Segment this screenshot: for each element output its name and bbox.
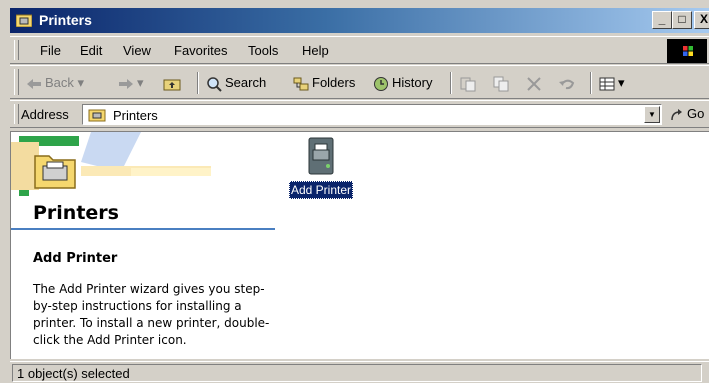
menu-view[interactable]: View	[123, 43, 151, 58]
menu-favorites[interactable]: Favorites	[174, 43, 227, 58]
copy-to-button[interactable]	[493, 75, 512, 92]
address-value: Printers	[113, 108, 158, 123]
undo-icon	[559, 79, 575, 89]
add-printer-label: Add Printer	[288, 181, 354, 199]
go-label: Go	[687, 106, 705, 121]
add-printer-icon	[308, 137, 334, 175]
folders-label: Folders	[312, 75, 356, 90]
search-label: Search	[225, 75, 267, 90]
toolbar-separator	[197, 72, 199, 94]
printer-folder-icon	[16, 14, 32, 27]
info-description: The Add Printer wizard gives you step-by…	[33, 282, 270, 347]
go-button[interactable]: Go	[670, 106, 704, 122]
history-icon	[374, 76, 388, 91]
delete-button[interactable]	[526, 75, 545, 92]
address-label: Address	[21, 107, 69, 122]
menu-help[interactable]: Help	[302, 43, 329, 58]
up-folder-button[interactable]	[163, 75, 184, 91]
toolbar-grip[interactable]	[14, 69, 19, 95]
title-bar[interactable]: Printers _ □ X	[10, 8, 709, 33]
status-bar: 1 object(s) selected	[10, 361, 709, 383]
printer-folder-icon	[88, 109, 106, 122]
status-text: 1 object(s) selected	[17, 366, 130, 381]
views-grid-icon	[599, 77, 615, 91]
back-arrow-icon	[27, 78, 41, 89]
search-button[interactable]: Search	[206, 75, 266, 92]
heading-divider	[11, 228, 275, 230]
window-title: Printers	[39, 12, 92, 28]
history-button[interactable]: History	[373, 75, 432, 92]
forward-button[interactable]: ▾	[118, 75, 144, 91]
go-arrow-icon	[671, 108, 682, 120]
menu-tools[interactable]: Tools	[248, 43, 278, 58]
menu-bar: File Edit View Favorites Tools Help	[10, 36, 709, 64]
toolbar-separator	[590, 72, 592, 94]
menu-grip[interactable]	[14, 40, 19, 60]
status-field: 1 object(s) selected	[12, 364, 702, 382]
search-icon	[207, 76, 222, 92]
explorer-window: Printers _ □ X File Edit View Favorites …	[0, 0, 709, 383]
address-input[interactable]: Printers ▼	[82, 104, 662, 125]
page-title: Printers	[33, 202, 119, 224]
close-button[interactable]: X	[694, 11, 709, 29]
folder-view[interactable]: Printers Add Printer The Add Printer wiz…	[10, 131, 709, 359]
address-dropdown-button[interactable]: ▼	[644, 106, 660, 123]
back-label: Back	[45, 75, 74, 90]
history-label: History	[392, 75, 433, 90]
back-button[interactable]: Back ▾	[26, 75, 84, 91]
up-folder-icon	[163, 79, 181, 91]
menu-file[interactable]: File	[40, 43, 61, 58]
info-subheading: Add Printer	[33, 251, 118, 266]
windows-flag-icon	[683, 46, 693, 56]
menu-edit[interactable]: Edit	[80, 43, 102, 58]
move-to-icon	[460, 77, 476, 92]
address-grip[interactable]	[14, 104, 19, 124]
copy-to-icon	[493, 76, 509, 92]
folders-icon	[293, 77, 309, 91]
delete-x-icon	[527, 76, 541, 91]
maximize-button[interactable]: □	[672, 11, 692, 29]
move-to-button[interactable]	[460, 75, 479, 92]
windows-logo-throbber	[667, 39, 707, 63]
standard-toolbar: Back ▾ ▾ Search Folders History ▾	[10, 65, 709, 99]
forward-arrow-icon	[119, 78, 133, 89]
toolbar-separator	[450, 72, 452, 94]
views-button[interactable]: ▾	[599, 75, 625, 91]
address-bar: Address Printers ▼ Go	[10, 100, 709, 128]
folders-button[interactable]: Folders	[293, 75, 355, 91]
printer-folder-large-icon	[34, 155, 76, 189]
undo-button[interactable]	[558, 75, 579, 91]
web-view-panel: Printers Add Printer The Add Printer wiz…	[11, 132, 275, 359]
minimize-button[interactable]: _	[652, 11, 672, 29]
add-printer-item[interactable]: Add Printer	[283, 136, 359, 199]
